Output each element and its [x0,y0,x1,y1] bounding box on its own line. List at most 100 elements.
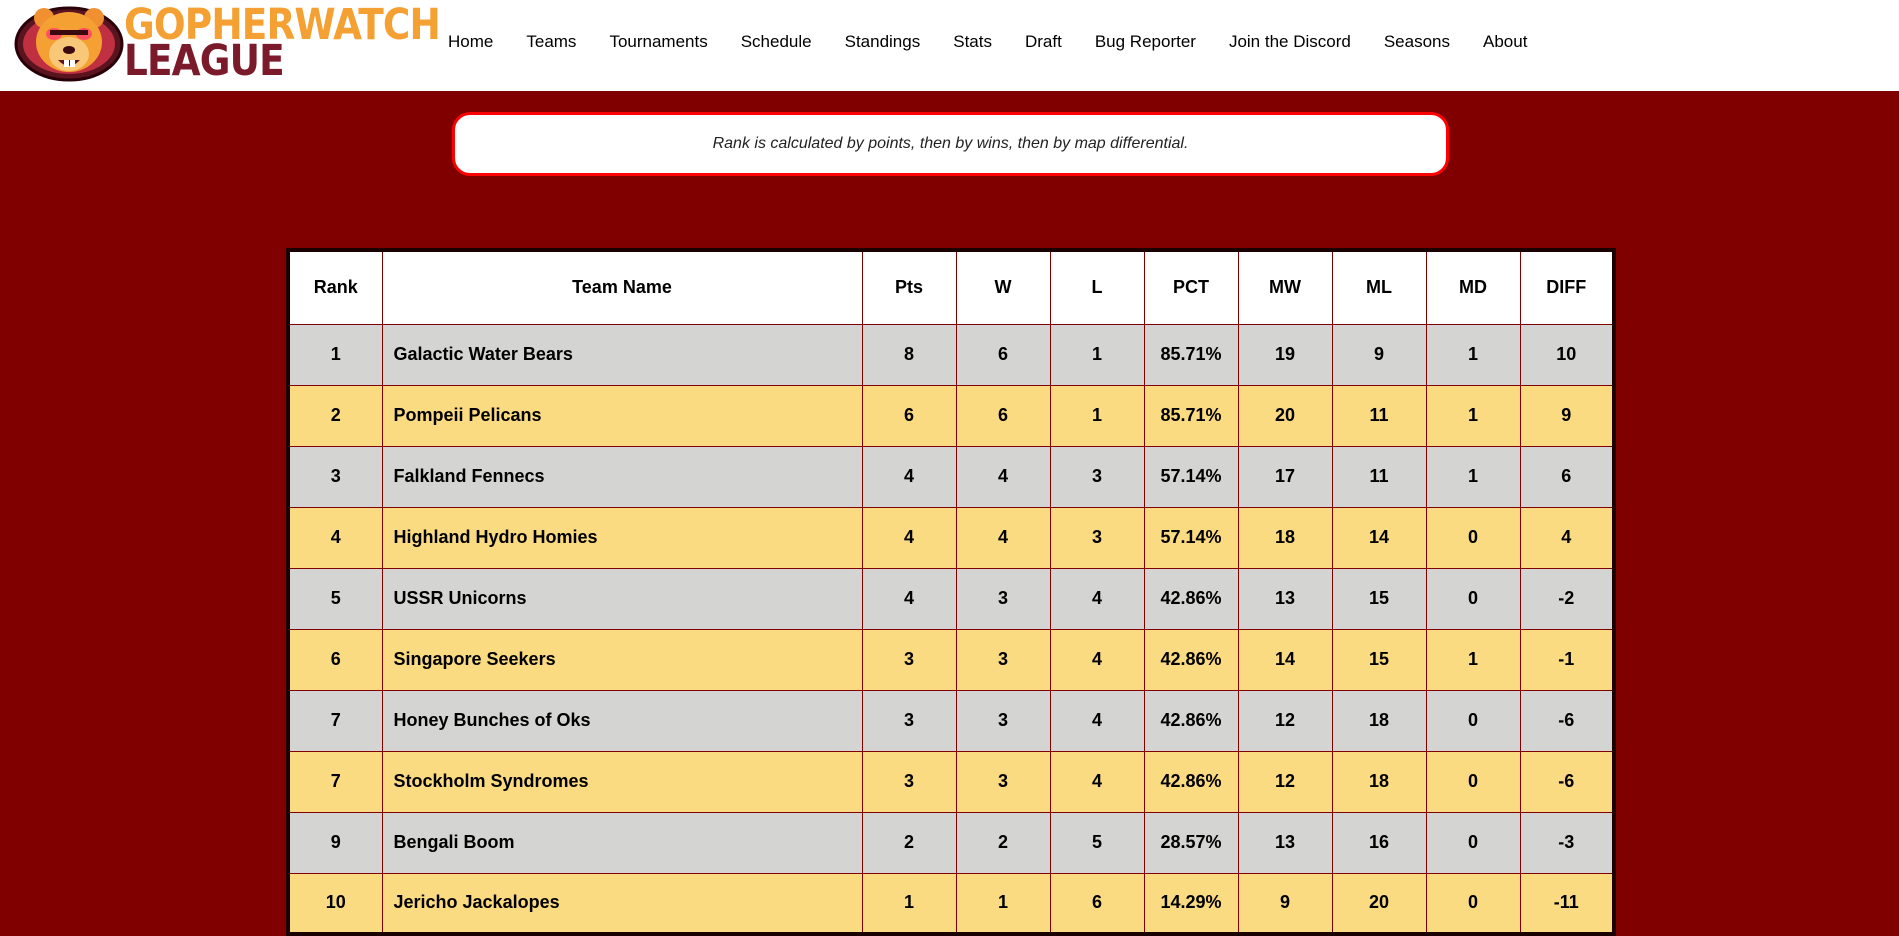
cell-pts: 3 [861,628,957,691]
table-row: 2 Pompeii Pelicans 6 6 1 85.71% 20 11 1 … [287,384,1615,447]
header-team-name[interactable]: Team Name [381,249,863,325]
ranking-info-box: Rank is calculated by points, then by wi… [452,112,1449,176]
header-w[interactable]: W [955,249,1051,325]
cell-diff: -3 [1519,811,1615,874]
cell-ml: 20 [1331,872,1427,935]
nav-stats[interactable]: Stats [953,32,992,52]
cell-md: 1 [1425,445,1521,508]
cell-md: 1 [1425,384,1521,447]
cell-pct: 57.14% [1143,506,1239,569]
cell-md: 0 [1425,506,1521,569]
header-rank[interactable]: Rank [287,249,383,325]
cell-w: 2 [955,811,1051,874]
table-row: 4 Highland Hydro Homies 4 4 3 57.14% 18 … [287,506,1615,569]
cell-md: 1 [1425,323,1521,386]
cell-pct: 42.86% [1143,628,1239,691]
cell-ml: 11 [1331,445,1427,508]
cell-diff: 9 [1519,384,1615,447]
header-l[interactable]: L [1049,249,1145,325]
navbar: GOPHERWATCH LEAGUE Home Teams Tournament… [0,0,1899,91]
cell-pts: 8 [861,323,957,386]
header-diff[interactable]: DIFF [1519,249,1615,325]
nav-seasons[interactable]: Seasons [1384,32,1450,52]
cell-pct: 85.71% [1143,384,1239,447]
cell-l: 4 [1049,567,1145,630]
cell-team-name[interactable]: Galactic Water Bears [381,323,863,386]
cell-pct: 42.86% [1143,689,1239,752]
cell-rank: 5 [287,567,383,630]
table-row: 10 Jericho Jackalopes 1 1 6 14.29% 9 20 … [287,872,1615,935]
cell-pts: 1 [861,872,957,935]
cell-l: 1 [1049,384,1145,447]
cell-w: 6 [955,323,1051,386]
header-ml[interactable]: ML [1331,249,1427,325]
cell-rank: 1 [287,323,383,386]
cell-rank: 3 [287,445,383,508]
nav-join-discord[interactable]: Join the Discord [1229,32,1351,52]
cell-team-name[interactable]: Singapore Seekers [381,628,863,691]
cell-md: 0 [1425,872,1521,935]
nav-schedule[interactable]: Schedule [741,32,812,52]
cell-md: 1 [1425,628,1521,691]
cell-pts: 6 [861,384,957,447]
cell-pct: 28.57% [1143,811,1239,874]
cell-w: 1 [955,872,1051,935]
cell-md: 0 [1425,750,1521,813]
table-row: 3 Falkland Fennecs 4 4 3 57.14% 17 11 1 … [287,445,1615,508]
table-row: 7 Honey Bunches of Oks 3 3 4 42.86% 12 1… [287,689,1615,752]
header-pts[interactable]: Pts [861,249,957,325]
cell-team-name[interactable]: USSR Unicorns [381,567,863,630]
cell-pts: 4 [861,445,957,508]
logo-text-league: LEAGUE [124,36,285,86]
cell-team-name[interactable]: Honey Bunches of Oks [381,689,863,752]
header-pct[interactable]: PCT [1143,249,1239,325]
cell-l: 3 [1049,445,1145,508]
header-md[interactable]: MD [1425,249,1521,325]
league-logo[interactable]: GOPHERWATCH LEAGUE [14,0,441,86]
cell-pts: 3 [861,750,957,813]
cell-mw: 13 [1237,811,1333,874]
cell-pct: 85.71% [1143,323,1239,386]
cell-w: 4 [955,506,1051,569]
nav-tournaments[interactable]: Tournaments [609,32,707,52]
cell-mw: 13 [1237,567,1333,630]
cell-w: 3 [955,628,1051,691]
cell-pct: 14.29% [1143,872,1239,935]
cell-mw: 12 [1237,750,1333,813]
cell-md: 0 [1425,567,1521,630]
nav-teams[interactable]: Teams [526,32,576,52]
nav-draft[interactable]: Draft [1025,32,1062,52]
cell-pts: 4 [861,567,957,630]
cell-rank: 9 [287,811,383,874]
cell-diff: 4 [1519,506,1615,569]
gopher-mascot-icon [14,6,124,82]
cell-team-name[interactable]: Falkland Fennecs [381,445,863,508]
cell-mw: 12 [1237,689,1333,752]
nav-about[interactable]: About [1483,32,1527,52]
cell-mw: 18 [1237,506,1333,569]
nav-home[interactable]: Home [448,32,493,52]
cell-diff: 10 [1519,323,1615,386]
cell-diff: -11 [1519,872,1615,935]
cell-rank: 4 [287,506,383,569]
table-header-row: Rank Team Name Pts W L PCT MW ML MD DIFF [287,249,1615,325]
cell-w: 4 [955,445,1051,508]
nav-standings[interactable]: Standings [845,32,921,52]
table-row: 5 USSR Unicorns 4 3 4 42.86% 13 15 0 -2 [287,567,1615,630]
cell-team-name[interactable]: Stockholm Syndromes [381,750,863,813]
cell-team-name[interactable]: Jericho Jackalopes [381,872,863,935]
cell-l: 6 [1049,872,1145,935]
nav-bug-reporter[interactable]: Bug Reporter [1095,32,1196,52]
cell-team-name[interactable]: Highland Hydro Homies [381,506,863,569]
cell-team-name[interactable]: Bengali Boom [381,811,863,874]
cell-ml: 16 [1331,811,1427,874]
cell-mw: 20 [1237,384,1333,447]
cell-diff: -6 [1519,750,1615,813]
cell-w: 3 [955,689,1051,752]
cell-team-name[interactable]: Pompeii Pelicans [381,384,863,447]
header-mw[interactable]: MW [1237,249,1333,325]
cell-diff: -2 [1519,567,1615,630]
cell-ml: 18 [1331,689,1427,752]
table-row: 9 Bengali Boom 2 2 5 28.57% 13 16 0 -3 [287,811,1615,874]
cell-rank: 6 [287,628,383,691]
